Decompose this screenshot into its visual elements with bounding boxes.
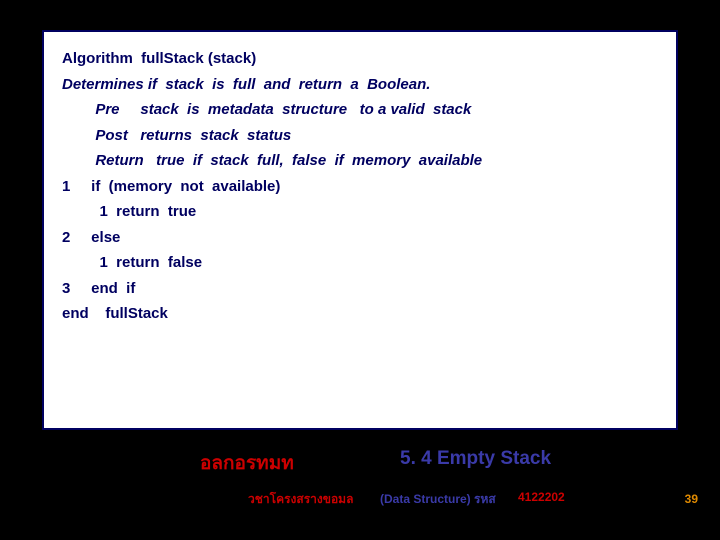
algo-pre: Pre stack is metadata structure to a val…: [62, 97, 658, 123]
algo-end: end fullStack: [62, 301, 658, 327]
algo-line-1: 1 if (memory not available): [62, 174, 658, 200]
footer-section-title: 5. 4 Empty Stack: [400, 448, 551, 470]
algo-post: Post returns stack status: [62, 123, 658, 149]
footer-course-code: 4122202: [518, 490, 565, 504]
algo-line-3: 3 end if: [62, 276, 658, 302]
footer-course-label: (Data Structure) รหส: [380, 490, 496, 509]
footer-thai-title: อลกอรทมท: [200, 448, 294, 478]
algo-line-2: 2 else: [62, 225, 658, 251]
algo-title: Algorithm fullStack (stack): [62, 46, 658, 72]
algo-line-1a: 1 return true: [62, 199, 658, 225]
algorithm-card: Algorithm fullStack (stack) Determines i…: [42, 30, 678, 430]
page-number: 39: [685, 492, 698, 506]
footer-course-name: วชาโครงสรางขอมล: [248, 490, 353, 509]
algo-line-2a: 1 return false: [62, 250, 658, 276]
algo-description: Determines if stack is full and return a…: [62, 72, 658, 98]
algo-return: Return true if stack full, false if memo…: [62, 148, 658, 174]
